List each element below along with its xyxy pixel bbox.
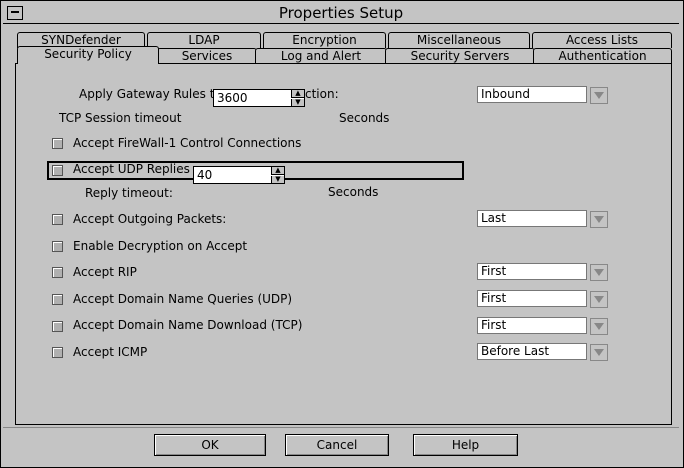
tab-security-servers[interactable]: Security Servers — [385, 48, 535, 64]
button-bar-divider — [3, 427, 679, 428]
fw1-control-checkbox[interactable] — [52, 138, 63, 149]
stepper-up-icon[interactable]: ▲ — [291, 90, 304, 98]
icmp-select[interactable]: Before Last — [477, 343, 608, 361]
tab-authentication[interactable]: Authentication — [533, 48, 672, 64]
dns-download-label: Accept Domain Name Download (TCP) — [73, 318, 303, 332]
gateway-direction-value: Inbound — [481, 87, 530, 101]
fw1-control-label: Accept FireWall-1 Control Connections — [73, 136, 302, 150]
chevron-down-icon[interactable] — [590, 87, 608, 104]
chevron-down-icon[interactable] — [590, 344, 608, 361]
outgoing-packets-value: Last — [481, 211, 506, 225]
udp-replies-label: Accept UDP Replies — [73, 162, 190, 176]
stepper-down-icon[interactable]: ▼ — [291, 99, 304, 106]
gateway-timeout-stepper[interactable]: 3600 ▲ ▼ — [213, 89, 305, 107]
rip-checkbox[interactable] — [52, 267, 63, 278]
chevron-down-icon[interactable] — [590, 264, 608, 281]
icmp-checkbox[interactable] — [52, 347, 63, 358]
tcp-seconds-label: Seconds — [339, 111, 390, 125]
outgoing-packets-checkbox[interactable] — [52, 214, 63, 225]
chevron-down-icon[interactable] — [590, 291, 608, 308]
tab-access-lists[interactable]: Access Lists — [532, 32, 672, 48]
rip-value: First — [481, 264, 507, 278]
title-bar[interactable]: Properties Setup — [3, 3, 679, 24]
help-button[interactable]: Help — [413, 434, 518, 456]
stepper-down-icon[interactable]: ▼ — [271, 176, 284, 183]
tab-security-policy[interactable]: Security Policy — [17, 46, 159, 64]
icmp-value: Before Last — [481, 344, 550, 358]
udp-timeout-stepper[interactable]: 40 ▲ ▼ — [193, 166, 285, 184]
dns-download-value: First — [481, 318, 507, 332]
udp-timeout-value: 40 — [197, 168, 213, 182]
window-menu-icon[interactable] — [7, 6, 23, 20]
icmp-label: Accept ICMP — [73, 345, 148, 359]
udp-replies-checkbox[interactable] — [52, 165, 63, 176]
dns-download-select[interactable]: First — [477, 317, 608, 335]
decryption-checkbox[interactable] — [52, 241, 63, 252]
reply-timeout-label: Reply timeout: — [85, 186, 173, 200]
chevron-down-icon[interactable] — [590, 211, 608, 228]
tab-encryption[interactable]: Encryption — [263, 32, 386, 48]
dns-download-checkbox[interactable] — [52, 321, 63, 332]
decryption-label: Enable Decryption on Accept — [73, 239, 248, 253]
dns-queries-select[interactable]: First — [477, 290, 608, 308]
gateway-direction-select[interactable]: Inbound — [477, 86, 608, 104]
tab-ldap[interactable]: LDAP — [147, 32, 261, 48]
gateway-rules-label: Apply Gateway Rules t — [79, 87, 215, 101]
rip-select[interactable]: First — [477, 263, 608, 281]
tab-log-and-alert[interactable]: Log and Alert — [255, 48, 387, 64]
outgoing-packets-label: Accept Outgoing Packets: — [73, 212, 227, 226]
tab-miscellaneous[interactable]: Miscellaneous — [388, 32, 530, 48]
properties-setup-window: Properties Setup SYNDefender LDAP Encryp… — [0, 0, 684, 468]
gateway-timeout-value: 3600 — [217, 91, 248, 105]
outgoing-packets-select[interactable]: Last — [477, 210, 608, 228]
udp-seconds-label: Seconds — [328, 185, 379, 199]
cancel-button[interactable]: Cancel — [285, 434, 389, 456]
chevron-down-icon[interactable] — [590, 318, 608, 335]
tcp-session-timeout-label: TCP Session timeout — [59, 111, 182, 125]
dns-queries-label: Accept Domain Name Queries (UDP) — [73, 292, 293, 306]
dns-queries-value: First — [481, 291, 507, 305]
dns-queries-checkbox[interactable] — [52, 294, 63, 305]
stepper-up-icon[interactable]: ▲ — [271, 167, 284, 175]
ok-button[interactable]: OK — [154, 434, 266, 456]
tab-services[interactable]: Services — [157, 48, 257, 64]
window-title: Properties Setup — [278, 4, 404, 22]
rip-label: Accept RIP — [73, 265, 137, 279]
gateway-rules-label-end: ction: — [305, 87, 339, 101]
